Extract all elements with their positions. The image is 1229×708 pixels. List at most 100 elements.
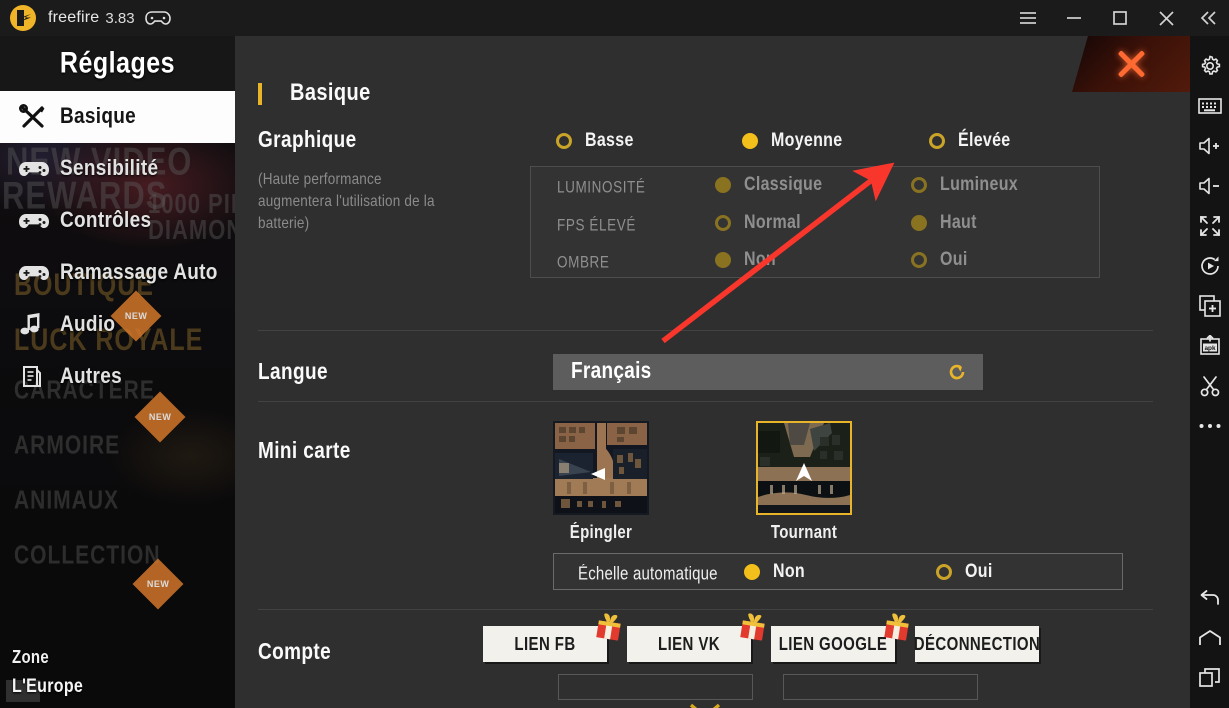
gamepad-icon bbox=[18, 160, 56, 179]
graphics-sub-settings-panel: LUMINOSITÉ Classique Lumineux FPS ÉLEVÉ … bbox=[530, 166, 1100, 278]
luminosite-option-lumineux[interactable]: Lumineux bbox=[911, 174, 1018, 195]
divider bbox=[258, 609, 1153, 610]
gamepad-icon bbox=[144, 10, 171, 26]
sidebar-item-audio[interactable]: Audio bbox=[0, 299, 235, 351]
chevron-down-icon[interactable] bbox=[688, 702, 722, 708]
button-label: LIEN FB bbox=[514, 633, 576, 655]
language-value: Français bbox=[571, 358, 652, 384]
radio-indicator bbox=[715, 252, 731, 268]
zone-value: L'Europe bbox=[12, 676, 84, 697]
auto-scale-row: Échelle automatique Non Oui bbox=[553, 553, 1123, 590]
sub-setting-name: FPS ÉLEVÉ bbox=[557, 216, 636, 234]
ombre-option-non[interactable]: Non bbox=[715, 249, 777, 270]
language-select[interactable]: Français bbox=[553, 354, 983, 390]
gamepad-icon bbox=[18, 264, 56, 283]
luminosite-option-classique[interactable]: Classique bbox=[715, 174, 823, 195]
close-settings-button[interactable] bbox=[1072, 36, 1190, 92]
sub-setting-name: LUMINOSITÉ bbox=[557, 178, 646, 196]
volume-down-icon[interactable] bbox=[1190, 166, 1229, 206]
close-settings-wrap bbox=[1072, 36, 1190, 92]
sidebar-item-basique[interactable]: Basique bbox=[0, 91, 235, 143]
minimap-option-tournant[interactable]: Tournant bbox=[756, 421, 852, 543]
option-label: Lumineux bbox=[940, 174, 1018, 195]
graphics-label: Graphique bbox=[258, 127, 357, 153]
radio-indicator bbox=[744, 564, 760, 580]
sidebar-item-sensibilite[interactable]: Sensibilité bbox=[0, 143, 235, 195]
settings-sidebar: NEW VIDEO REWARDS 1000 PINK DIAMOND BOUT… bbox=[0, 36, 235, 708]
add-screen-icon[interactable] bbox=[1190, 286, 1229, 326]
gift-icon bbox=[593, 612, 625, 642]
ombre-option-oui[interactable]: Oui bbox=[911, 249, 968, 270]
graphics-option-basse[interactable]: Basse bbox=[556, 130, 634, 151]
option-label: Non bbox=[773, 561, 806, 582]
page-title: Réglages bbox=[59, 46, 176, 80]
sidebar-item-ramassage-auto[interactable]: Ramassage Auto bbox=[0, 247, 235, 299]
app-name: freefire bbox=[48, 9, 100, 26]
apk-install-icon[interactable]: apk bbox=[1190, 326, 1229, 366]
sidebar-item-autres[interactable]: Autres bbox=[0, 351, 235, 403]
close-icon bbox=[1114, 47, 1148, 81]
minimap-label: Mini carte bbox=[258, 438, 351, 464]
sub-setting-luminosite: LUMINOSITÉ Classique Lumineux bbox=[531, 167, 1101, 204]
minimap-thumbnail-image bbox=[553, 421, 649, 515]
radio-indicator bbox=[911, 215, 927, 231]
language-row: Langue Français bbox=[258, 354, 1168, 390]
document-icon bbox=[18, 364, 56, 390]
radio-indicator bbox=[911, 177, 927, 193]
auto-scale-option-non[interactable]: Non bbox=[744, 561, 806, 582]
fps-option-haut[interactable]: Haut bbox=[911, 212, 977, 233]
link-google-button[interactable]: LIEN GOOGLE bbox=[771, 613, 909, 662]
fullscreen-icon[interactable] bbox=[1190, 206, 1229, 246]
svg-text:apk: apk bbox=[1204, 345, 1215, 352]
radio-indicator bbox=[715, 215, 731, 231]
sub-setting-ombre: OMBRE Non Oui bbox=[531, 242, 1101, 279]
tools-icon bbox=[18, 103, 56, 131]
record-icon[interactable] bbox=[1190, 246, 1229, 286]
refresh-icon[interactable] bbox=[947, 362, 967, 382]
radio-indicator bbox=[929, 133, 945, 149]
sidebar-item-label: Audio bbox=[60, 312, 116, 337]
option-label: Moyenne bbox=[771, 130, 843, 151]
minimap-option-epingler[interactable]: Épingler bbox=[553, 421, 649, 543]
keyboard-icon[interactable] bbox=[1190, 86, 1229, 126]
window-title-bar: freefire 3.83 bbox=[0, 0, 1229, 36]
collapse-chevrons-icon[interactable] bbox=[1189, 0, 1229, 36]
radio-indicator bbox=[742, 133, 758, 149]
gift-icon bbox=[737, 612, 769, 642]
graphics-option-elevee[interactable]: Élevée bbox=[929, 130, 1011, 151]
maximize-icon[interactable] bbox=[1097, 0, 1143, 36]
close-icon[interactable] bbox=[1143, 0, 1189, 36]
more-dots-icon[interactable] bbox=[1190, 406, 1229, 446]
link-vk-button[interactable]: LIEN VK bbox=[627, 613, 765, 662]
option-label: Oui bbox=[940, 249, 968, 270]
graphics-option-moyenne[interactable]: Moyenne bbox=[742, 130, 843, 151]
emulator-window: freefire 3.83 NEW VIDEO REWARDS 1000 PI … bbox=[0, 0, 1229, 708]
sub-setting-name: OMBRE bbox=[557, 253, 610, 271]
option-label: Classique bbox=[744, 174, 823, 195]
section-header: Basique bbox=[258, 80, 371, 106]
link-fb-button[interactable]: LIEN FB bbox=[483, 613, 621, 662]
emulator-toolbar: apk bbox=[1190, 36, 1229, 708]
zone-label: Zone bbox=[12, 647, 50, 668]
zone-block[interactable]: Zone L'Europe bbox=[12, 647, 84, 697]
back-arrow-icon[interactable] bbox=[1190, 578, 1229, 618]
gear-icon[interactable] bbox=[1190, 46, 1229, 86]
volume-up-icon[interactable] bbox=[1190, 126, 1229, 166]
option-label: Basse bbox=[585, 130, 634, 151]
option-label: Oui bbox=[965, 561, 993, 582]
partial-button-below[interactable] bbox=[558, 674, 753, 700]
sidebar-item-controles[interactable]: Contrôles bbox=[0, 195, 235, 247]
partial-button-below[interactable] bbox=[783, 674, 978, 700]
scissors-icon[interactable] bbox=[1190, 366, 1229, 406]
option-label: Non bbox=[744, 249, 777, 270]
emulator-screen: NEW VIDEO REWARDS 1000 PINK DIAMOND BOUT… bbox=[0, 36, 1190, 708]
home-icon[interactable] bbox=[1190, 618, 1229, 658]
hamburger-menu-icon[interactable] bbox=[1005, 0, 1051, 36]
auto-scale-option-oui[interactable]: Oui bbox=[936, 561, 993, 582]
disconnect-button[interactable]: DÉCONNECTION bbox=[914, 626, 1040, 662]
button-label: LIEN GOOGLE bbox=[778, 633, 888, 655]
recents-icon[interactable] bbox=[1190, 658, 1229, 698]
fps-option-normal[interactable]: Normal bbox=[715, 212, 801, 233]
app-logo-icon bbox=[10, 5, 36, 31]
minimize-icon[interactable] bbox=[1051, 0, 1097, 36]
